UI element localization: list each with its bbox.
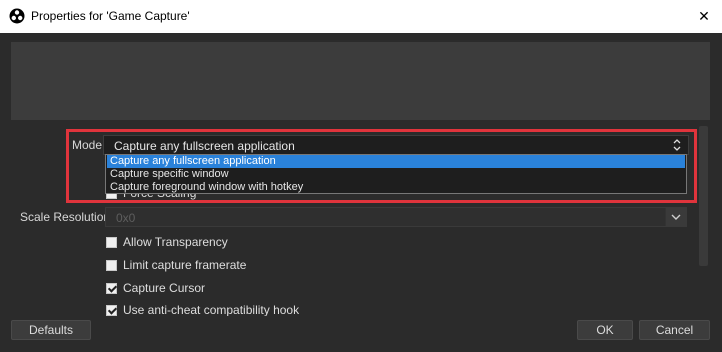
allow-transparency-row[interactable]: Allow Transparency xyxy=(106,235,228,249)
properties-scrollbar[interactable] xyxy=(699,126,708,266)
window-title: Properties for 'Game Capture' xyxy=(31,9,190,23)
capture-cursor-label: Capture Cursor xyxy=(123,281,206,295)
mode-option-hotkey[interactable]: Capture foreground window with hotkey xyxy=(107,181,685,194)
scale-dropdown-button[interactable] xyxy=(665,208,686,226)
mode-option-fullscreen[interactable]: Capture any fullscreen application xyxy=(107,155,685,168)
allow-transparency-checkbox[interactable] xyxy=(106,236,117,248)
anti-cheat-hook-checkbox[interactable] xyxy=(106,304,117,316)
defaults-button[interactable]: Defaults xyxy=(11,320,91,340)
close-icon: ✕ xyxy=(698,8,710,24)
updown-chevron-icon xyxy=(673,139,681,151)
mode-dropdown-list[interactable]: Capture any fullscreen application Captu… xyxy=(105,154,687,194)
anti-cheat-hook-label: Use anti-cheat compatibility hook xyxy=(123,303,300,317)
scale-resolution-select[interactable]: 0x0 xyxy=(105,207,687,227)
close-button[interactable]: ✕ xyxy=(686,0,722,33)
allow-transparency-label: Allow Transparency xyxy=(123,235,228,249)
chevron-down-icon xyxy=(671,214,681,220)
mode-option-specific-window[interactable]: Capture specific window xyxy=(107,168,685,181)
obs-logo-icon xyxy=(9,8,25,24)
scale-resolution-label: Scale Resolution xyxy=(20,210,111,224)
mode-select[interactable]: Capture any fullscreen application xyxy=(103,135,689,155)
title-bar: Properties for 'Game Capture' ✕ xyxy=(0,0,722,33)
limit-framerate-checkbox[interactable] xyxy=(106,259,117,271)
anti-cheat-hook-row[interactable]: Use anti-cheat compatibility hook xyxy=(106,303,299,317)
limit-framerate-row[interactable]: Limit capture framerate xyxy=(106,258,246,272)
cancel-button[interactable]: Cancel xyxy=(639,320,710,340)
capture-cursor-row[interactable]: Capture Cursor xyxy=(106,281,205,295)
ok-button[interactable]: OK xyxy=(577,320,633,340)
capture-cursor-checkbox[interactable] xyxy=(106,282,117,294)
mode-selected-value: Capture any fullscreen application xyxy=(114,139,295,153)
limit-framerate-label: Limit capture framerate xyxy=(123,258,247,272)
scale-resolution-value: 0x0 xyxy=(116,211,136,225)
mode-label: Mode xyxy=(72,138,103,152)
source-preview xyxy=(11,42,710,120)
